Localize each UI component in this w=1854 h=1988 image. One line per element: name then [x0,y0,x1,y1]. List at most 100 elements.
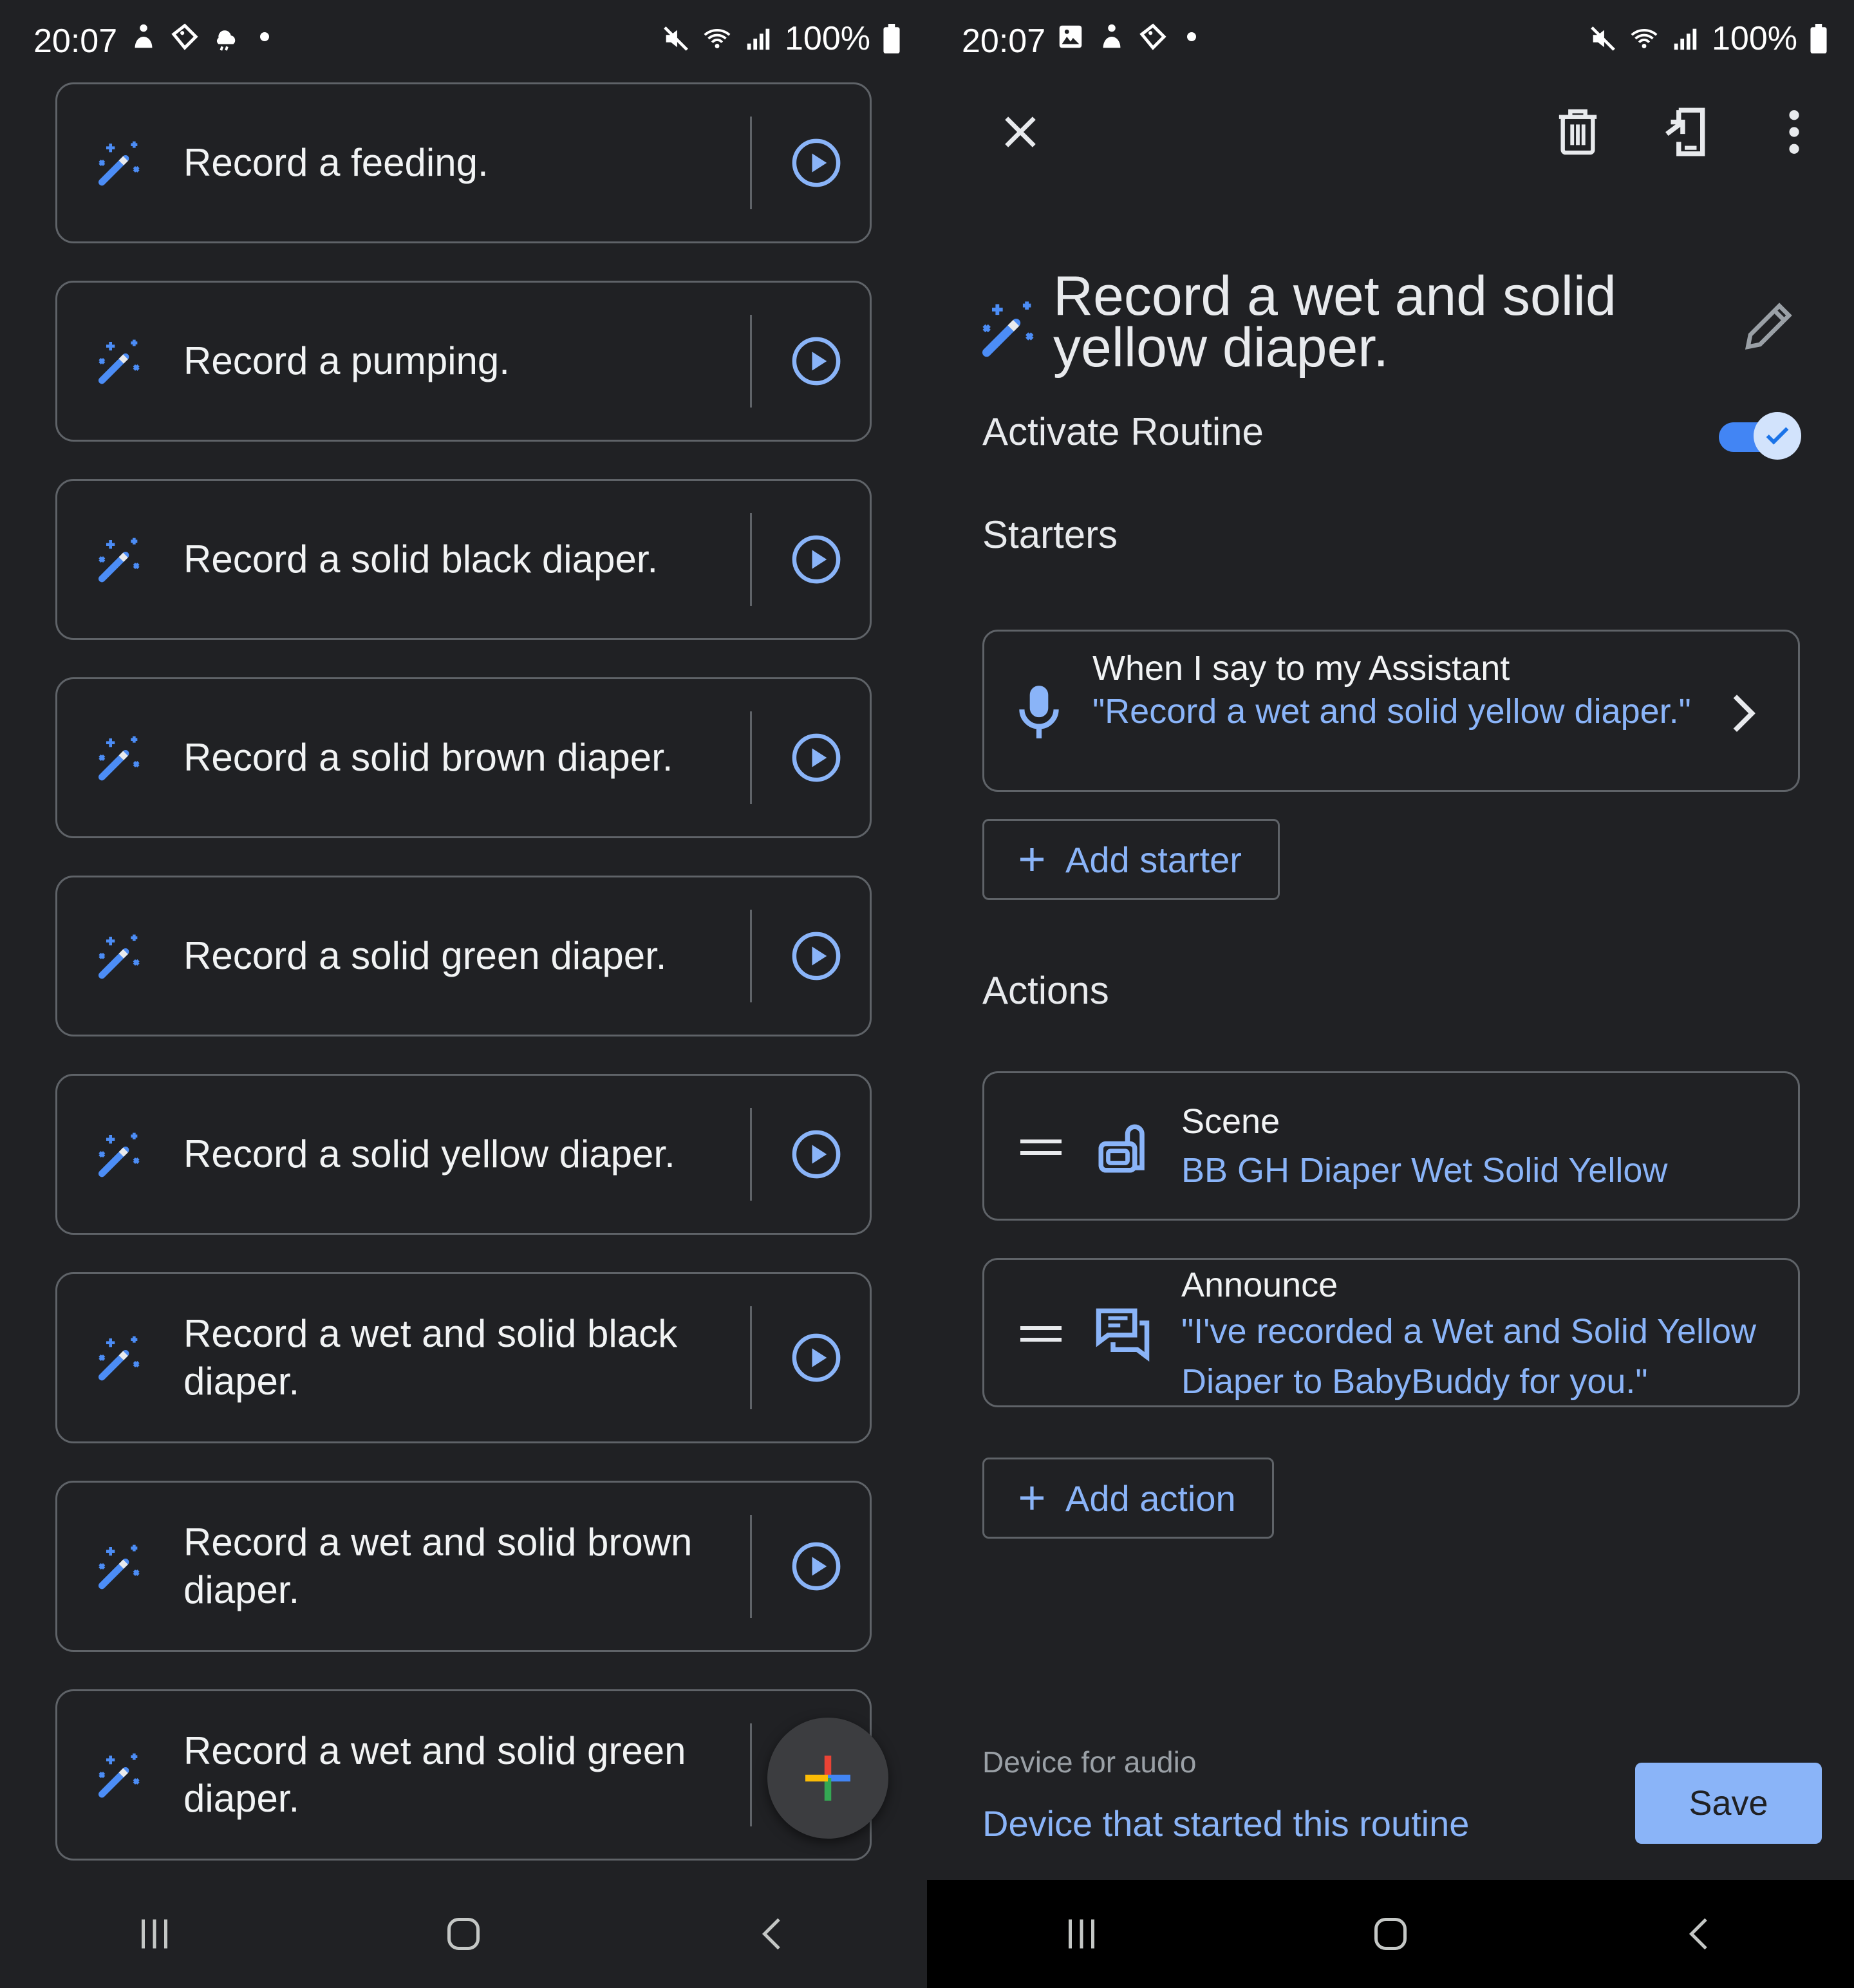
routine-editor-screen: 20:07 100% Record a wet and solid yellow… [927,0,1854,1988]
trash-icon [1559,109,1597,155]
routines-list-screen: 20:07 100% Record a feeding. Record a pu… [0,0,927,1988]
drag-handle-icon[interactable] [1020,1324,1062,1344]
routine-label: Record a wet and solid black diaper. [183,1312,678,1403]
baby-icon [1103,24,1121,48]
save-button[interactable]: Save [1635,1763,1822,1844]
signal-icon [1674,28,1697,50]
routine-label: Record a wet and solid brown diaper. [183,1521,693,1611]
more-notifications-dot [260,32,269,41]
status-time: 20:07 [962,23,1046,60]
microphone-icon [1019,686,1059,738]
plus-icon [805,1756,850,1801]
play-routine-icon[interactable] [791,931,841,981]
drag-handle-icon[interactable] [1020,1138,1062,1157]
navigation-bar [0,1880,927,1988]
recent-apps-button[interactable] [1053,1905,1110,1963]
status-bar: 20:07 100% [927,0,1854,82]
routine-title: Record a wet and solid yellow diaper. [1053,265,1616,379]
routine-label: Record a feeding. [183,141,489,184]
scene-icon [1098,1124,1145,1173]
back-button[interactable] [744,1905,801,1963]
system-icons: 100% [661,19,901,58]
baby-icon [135,24,153,48]
routine-card[interactable]: Record a solid green diaper. [55,876,872,1036]
card-divider [750,1723,752,1826]
routine-label: Record a wet and solid green diaper. [183,1729,686,1820]
delete-button[interactable] [1549,103,1607,161]
plus-icon [1020,1486,1044,1510]
routine-card[interactable]: Record a pumping. [55,281,872,442]
home-icon [447,1918,480,1950]
home-button[interactable] [1362,1905,1419,1963]
edit-icon[interactable] [1741,296,1799,354]
navigation-bar [927,1880,1854,1988]
more-options-button[interactable] [1765,103,1823,161]
mute-icon [664,26,688,51]
routine-card[interactable]: Record a solid black diaper. [55,479,872,640]
close-button[interactable] [991,103,1049,161]
play-routine-icon[interactable] [791,1129,841,1179]
magic-wand-icon [98,1132,140,1177]
recents-icon [142,1919,167,1949]
screen-root: 20:07 100% Record a feeding. Record a pu… [0,0,1854,1988]
action-card-announce[interactable]: Announce "I've recorded a Wet and Solid … [982,1258,1800,1407]
add-routine-button[interactable] [767,1718,888,1839]
play-routine-icon[interactable] [791,1333,841,1383]
routine-label: Record a solid yellow diaper. [183,1132,675,1176]
recents-icon [1069,1919,1094,1949]
magic-wand-icon [98,1544,140,1589]
routine-card[interactable]: Record a feeding. [55,82,872,243]
signal-icon [747,28,770,50]
card-divider [750,1108,752,1201]
routine-label: Record a solid brown diaper. [183,736,673,779]
device-for-audio-label: Device for audio [982,1745,1197,1779]
back-icon [1689,1918,1707,1950]
action-card-scene[interactable]: Scene BB GH Diaper Wet Solid Yellow [982,1071,1800,1221]
play-routine-icon[interactable] [791,1541,841,1591]
image-icon [1059,25,1082,48]
add-starter-button[interactable]: Add starter [982,819,1280,900]
battery-percent: 100% [1712,20,1797,57]
recent-apps-button[interactable] [126,1905,183,1963]
home-icon [1374,1918,1407,1950]
notification-icons [1056,22,1196,52]
card-divider [750,1515,752,1618]
wifi-icon [704,29,731,48]
action-detail: "I've recorded a Wet and Solid Yellow Di… [1181,1312,1757,1401]
routine-card[interactable]: Record a solid yellow diaper. [55,1074,872,1235]
announce-icon [1096,1308,1150,1362]
starter-type: When I say to my Assistant [1092,649,1510,688]
starter-phrase: "Record a wet and solid yellow diaper." [1092,692,1691,731]
routine-label: Record a solid black diaper. [183,538,659,581]
wifi-icon [1631,29,1658,48]
routine-card[interactable]: Record a wet and solid green diaper. [55,1689,872,1861]
actions-heading: Actions [982,969,1109,1012]
routine-card[interactable]: Record a wet and solid black diaper. [55,1272,872,1443]
card-divider [750,315,752,408]
play-routine-icon[interactable] [791,138,841,188]
starter-card[interactable]: When I say to my Assistant "Record a wet… [982,630,1800,792]
device-for-audio-selector[interactable]: Device that started this routine [982,1803,1469,1844]
magic-wand-icon [98,1336,140,1381]
starters-heading: Starters [982,513,1118,556]
toggle-knob [1754,412,1801,460]
tag-icon [171,23,198,50]
add-action-button[interactable]: Add action [982,1458,1274,1539]
add-to-home-button[interactable] [1656,103,1714,161]
weather-icon [216,30,236,51]
back-button[interactable] [1671,1905,1728,1963]
routine-card[interactable]: Record a solid brown diaper. [55,677,872,838]
home-button[interactable] [435,1905,492,1963]
play-routine-icon[interactable] [791,534,841,585]
card-divider [750,711,752,804]
magic-wand-icon [98,538,140,583]
add-action-label: Add action [1065,1477,1236,1519]
card-divider [750,910,752,1002]
more-vert-icon [1789,110,1799,154]
play-routine-icon[interactable] [791,336,841,386]
card-divider [750,513,752,606]
play-routine-icon[interactable] [791,733,841,783]
routine-card[interactable]: Record a wet and solid brown diaper. [55,1481,872,1652]
activate-routine-toggle[interactable] [1719,412,1803,461]
battery-percent: 100% [785,20,870,57]
